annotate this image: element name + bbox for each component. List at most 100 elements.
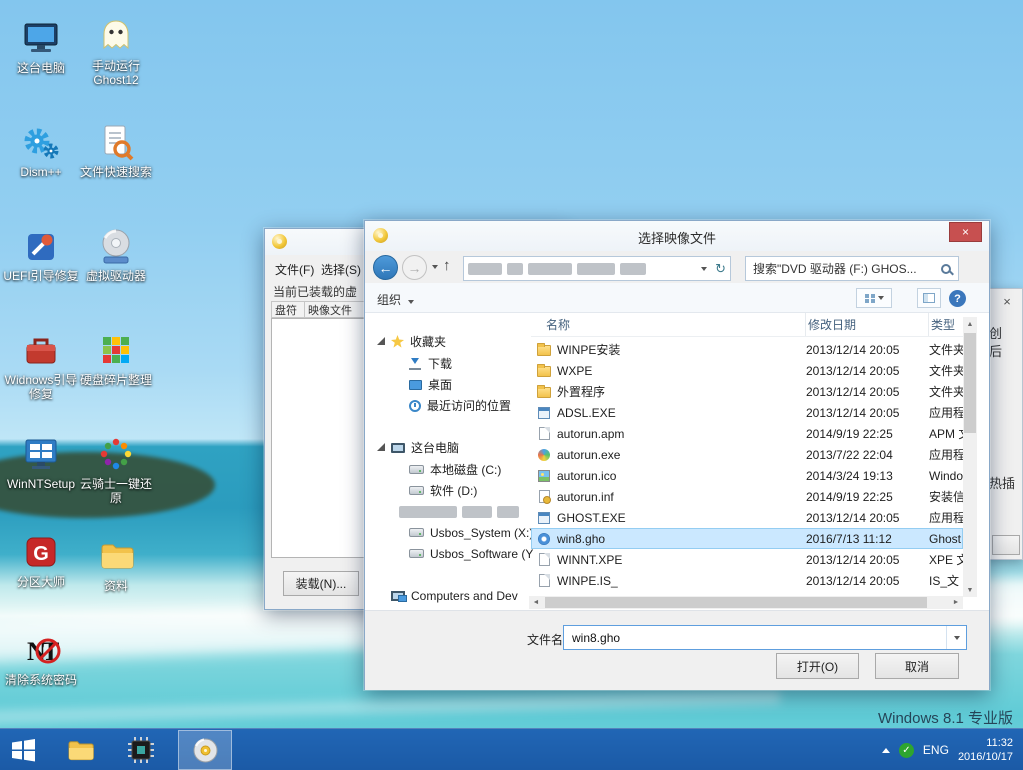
scroll-left-icon[interactable]: ◄ [529, 596, 543, 609]
file-row-0[interactable]: WINPE安装2013/12/14 20:05文件夹 [531, 339, 963, 360]
scrollbar-thumb[interactable] [964, 333, 976, 433]
desktop-icon-windows-boot-repair[interactable]: Widnows引导修复 [3, 326, 79, 401]
status-check-icon[interactable]: ✓ [899, 743, 914, 758]
desktop: 这台电脑 Dism++ UEFI引导修复 Widnows引导修复 WinNTSe… [0, 0, 1023, 770]
open-button[interactable]: 打开(O) [776, 653, 859, 679]
address-bar[interactable]: ↻ [463, 256, 731, 281]
scroll-right-icon[interactable]: ► [949, 596, 963, 609]
history-dropdown-icon[interactable] [432, 265, 438, 269]
desktop-icon-this-pc[interactable]: 这台电脑 [3, 14, 79, 75]
dialog-titlebar[interactable]: 选择映像文件 × [365, 221, 989, 251]
preview-pane-button[interactable] [917, 288, 941, 308]
computer-icon [391, 443, 405, 453]
file-row-10[interactable]: WINNT.XPE2013/12/14 20:05XPE 文 [531, 549, 963, 570]
chevron-down-icon[interactable] [946, 626, 966, 649]
windows-watermark: Windows 8.1 专业版 [878, 707, 1013, 728]
expander-icon[interactable] [377, 337, 385, 345]
download-icon [409, 357, 422, 370]
column-name[interactable]: 名称 [531, 313, 806, 336]
chip-icon [127, 736, 155, 764]
pinwheel-icon [78, 430, 154, 474]
file-row-11[interactable]: WINPE.IS_2013/12/14 20:05IS_文 [531, 570, 963, 591]
mount-button[interactable]: 装载(N)... [283, 571, 359, 596]
close-icon[interactable]: × [997, 292, 1017, 310]
scroll-up-icon[interactable]: ▲ [963, 317, 977, 331]
column-drive-letter[interactable]: 盘符 [271, 301, 305, 318]
nav-drive-censored[interactable] [399, 501, 539, 522]
time: 11:32 [958, 736, 1013, 750]
expander-icon[interactable] [377, 443, 385, 451]
horizontal-scrollbar[interactable]: ◄ ► [529, 596, 963, 609]
censored-block [577, 263, 615, 275]
ghost-app-taskbar-button[interactable] [178, 730, 232, 770]
application-icon [538, 407, 550, 419]
desktop-icon-manual-ghost[interactable]: 手动运行Ghost12 [78, 12, 154, 87]
browse-area: 收藏夹 下载 桌面 最近访问的位置 这台电脑 本地磁盘 (C:) 软件 (D:)… [365, 313, 989, 610]
menu-select[interactable]: 选择(S) [321, 261, 361, 278]
organize-menu[interactable]: 组织 [377, 291, 414, 308]
desktop-icon-virtual-drive[interactable]: 虚拟驱动器 [78, 222, 154, 283]
start-button[interactable] [0, 729, 46, 770]
taskbar-clock[interactable]: 11:32 2016/10/17 [958, 736, 1013, 764]
refresh-icon[interactable]: ↻ [715, 261, 726, 277]
cancel-button[interactable]: 取消 [875, 653, 959, 679]
system-tray: ✓ ENG 11:32 2016/10/17 [882, 729, 1023, 770]
file-row-1[interactable]: WXPE2013/12/14 20:05文件夹 [531, 360, 963, 381]
censored-block [462, 506, 492, 518]
desktop-icon-file-search[interactable]: 文件快速搜索 [78, 118, 154, 179]
file-row-selected-win8-gho[interactable]: win8.gho2016/7/13 11:12Ghost [531, 528, 963, 549]
clipped-text: 热插 [989, 473, 1015, 492]
clipped-button[interactable] [992, 535, 1020, 555]
sea-foam [0, 690, 780, 725]
search-icon[interactable] [940, 263, 953, 276]
setup-monitor-icon [3, 430, 79, 474]
column-date-modified[interactable]: 修改日期 [806, 313, 929, 336]
file-row-8[interactable]: GHOST.EXE2013/12/14 20:05应用程 [531, 507, 963, 528]
file-row-6[interactable]: autorun.ico2014/3/24 19:13Windo [531, 465, 963, 486]
file-explorer-button[interactable] [58, 729, 104, 770]
command-bar: 组织 ? [365, 283, 989, 313]
desktop-icon-label: Dism++ [3, 165, 79, 179]
file-row-4[interactable]: autorun.apm2014/9/19 22:25APM 文 [531, 423, 963, 444]
file-row-2[interactable]: 外置程序2013/12/14 20:05文件夹 [531, 381, 963, 402]
drive-icon [409, 465, 424, 474]
address-dropdown-icon[interactable] [701, 267, 707, 271]
vertical-scrollbar[interactable]: ▲ ▼ [963, 317, 977, 597]
desktop-icon-clear-password[interactable]: NT 清除系统密码 [3, 626, 79, 687]
desktop-icon-dism[interactable]: Dism++ [3, 118, 79, 179]
input-language[interactable]: ENG [923, 743, 949, 757]
back-button[interactable]: ← [373, 255, 398, 280]
chip-tool-button[interactable] [116, 729, 166, 770]
view-mode-button[interactable] [856, 288, 892, 308]
application-icon [538, 512, 550, 524]
desktop-icon-data-folder[interactable]: 资料 [78, 532, 154, 593]
scrollbar-thumb[interactable] [545, 597, 927, 608]
forward-button[interactable]: → [402, 255, 427, 280]
setup-info-icon [539, 490, 550, 503]
ghost-image-icon [538, 533, 550, 545]
column-type[interactable]: 类型 [929, 313, 963, 336]
help-button[interactable]: ? [949, 290, 966, 307]
desktop-icon-uefi-repair[interactable]: UEFI引导修复 [3, 222, 79, 283]
file-row-3[interactable]: ADSL.EXE2013/12/14 20:05应用程 [531, 402, 963, 423]
up-button[interactable]: ↑ [443, 257, 451, 274]
desktop-icon-partition-master[interactable]: G 分区大师 [3, 528, 79, 589]
scroll-down-icon[interactable]: ▼ [963, 583, 977, 597]
document-icon [539, 553, 550, 566]
desktop-icon-defrag[interactable]: 硬盘碎片整理 [78, 326, 154, 387]
file-row-7[interactable]: autorun.inf2014/9/19 22:25安装信 [531, 486, 963, 507]
desktop-icon-winntsetup[interactable]: WinNTSetup [3, 430, 79, 491]
desktop-icon-label: 云骑士一键还原 [78, 477, 154, 505]
search-input[interactable]: 搜索"DVD 驱动器 (F:) GHOS... [745, 256, 959, 281]
file-row-5[interactable]: autorun.exe2013/7/22 22:04应用程 [531, 444, 963, 465]
network-icon [391, 591, 405, 601]
close-button[interactable]: × [949, 222, 982, 242]
hidden-icons-chevron[interactable] [882, 748, 890, 753]
desktop-icon-label: Widnows引导修复 [3, 373, 79, 401]
document-icon [539, 574, 550, 587]
list-header: 名称 修改日期 类型 [531, 313, 963, 337]
filename-combobox[interactable]: win8.gho [563, 625, 967, 650]
diskgenius-icon: G [3, 528, 79, 572]
desktop-icon-yunqishi[interactable]: 云骑士一键还原 [78, 430, 154, 505]
menu-file[interactable]: 文件(F) [275, 261, 314, 278]
